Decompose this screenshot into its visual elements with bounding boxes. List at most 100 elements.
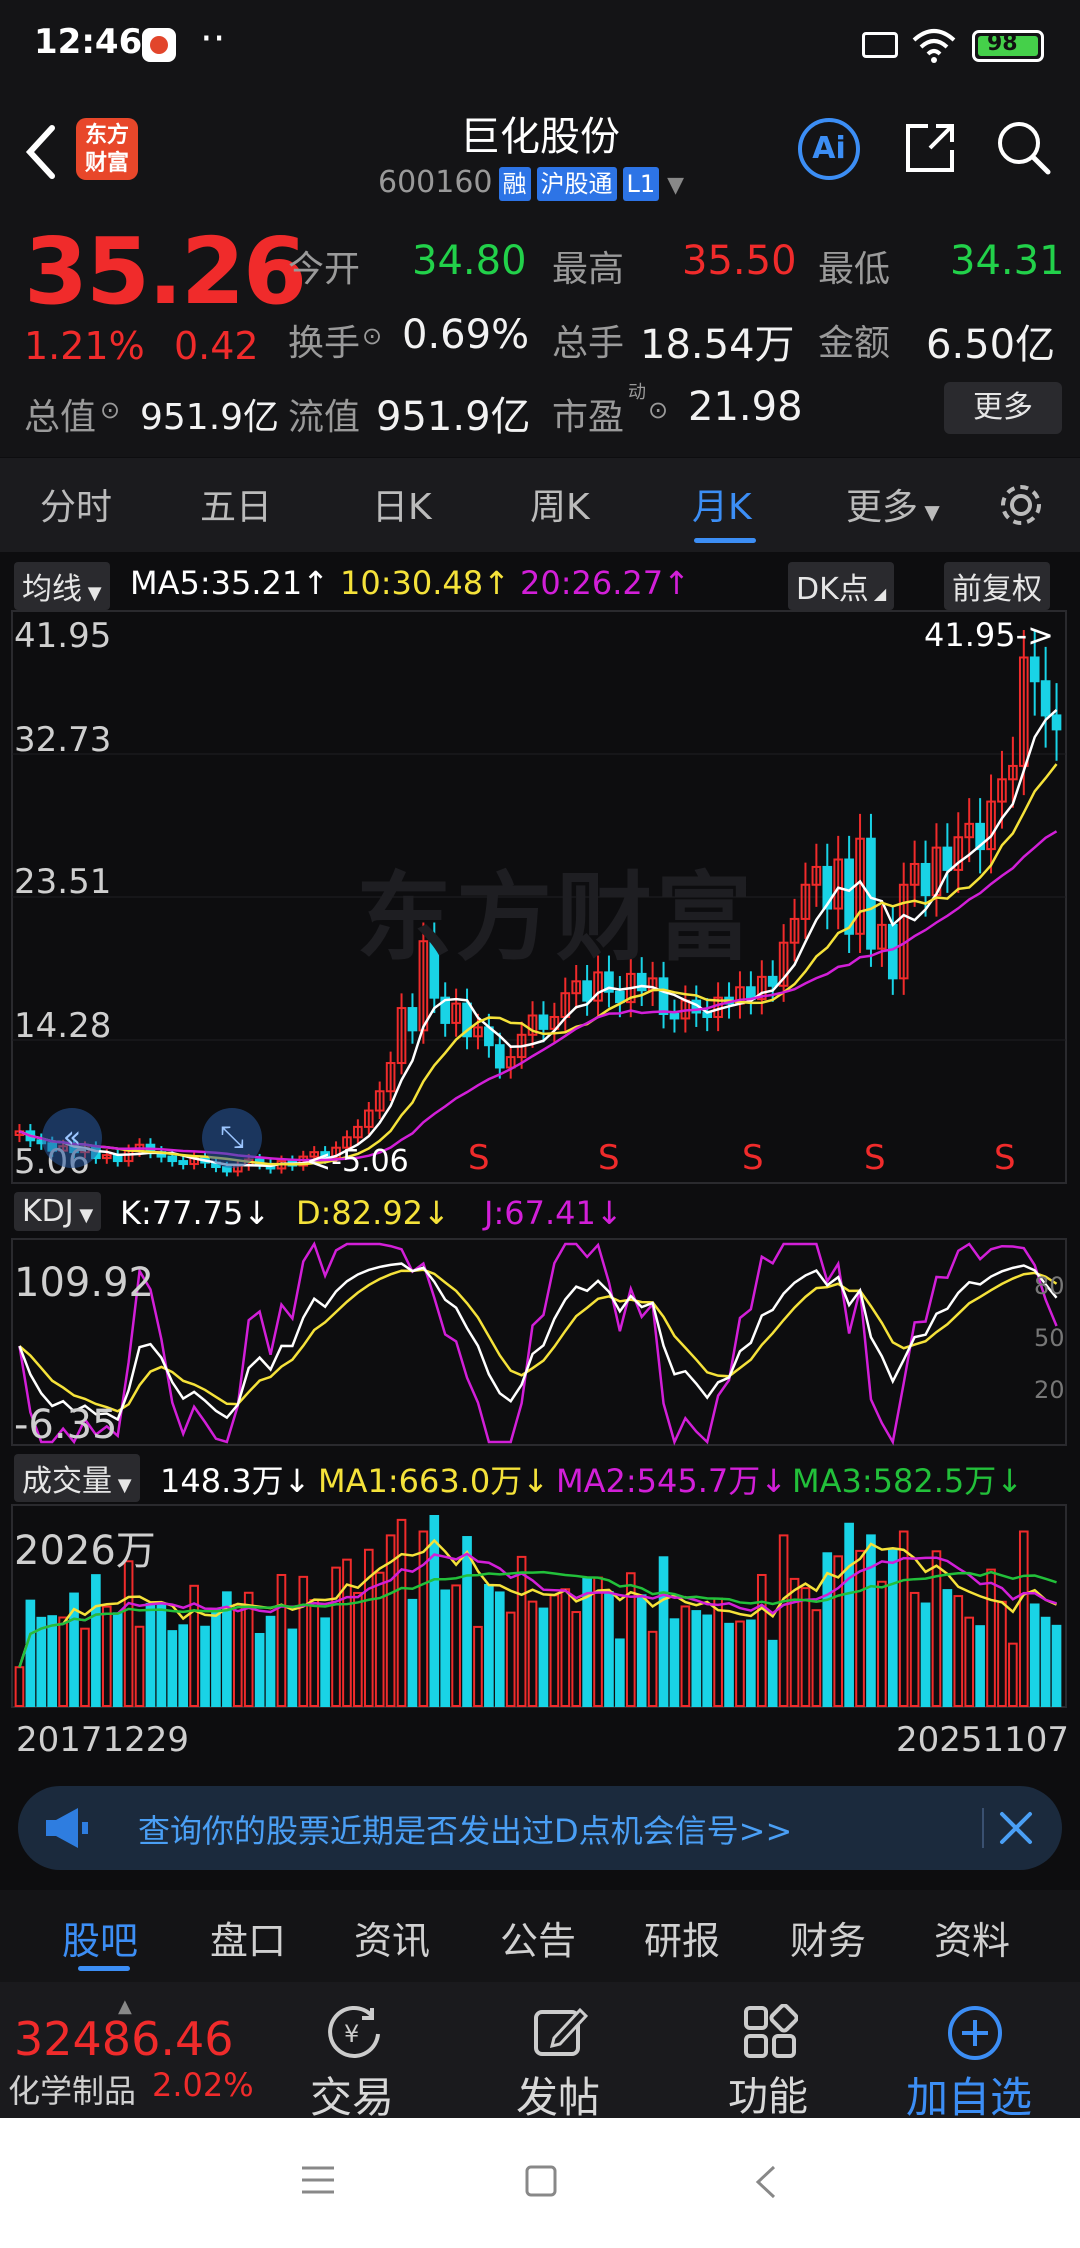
volume-bar	[1029, 1603, 1040, 1707]
gear-icon[interactable]	[996, 480, 1046, 530]
volume-bar	[713, 1597, 723, 1707]
open-label: 今开	[288, 249, 361, 290]
volume-bar	[101, 1605, 112, 1707]
more-button[interactable]: 更多	[944, 382, 1062, 434]
tab-more[interactable]: 更多 ▼	[846, 478, 940, 530]
tab-5day[interactable]: 五日	[200, 478, 272, 530]
candle	[167, 1155, 178, 1163]
tab-indicator	[694, 538, 756, 543]
low-marker: <-5.06	[306, 1144, 409, 1179]
volume-bar	[440, 1589, 451, 1707]
battery-level: 98	[987, 31, 1018, 56]
tab-intraday[interactable]: 分时	[40, 478, 112, 530]
volume-bar	[735, 1620, 745, 1707]
tab-profile[interactable]: 资料	[934, 1910, 1010, 1965]
volume-bar	[309, 1599, 320, 1707]
ma5-label: MA5:35.21↑	[130, 564, 330, 602]
kdj-d-label: D:82.92↓	[296, 1194, 450, 1232]
tag-connect: 沪股通	[536, 167, 617, 201]
function-button[interactable]: 功能	[728, 2064, 808, 2122]
volume-bar	[658, 1556, 669, 1707]
change-amt: 0.42	[174, 324, 259, 368]
tab-forum[interactable]: 股吧	[62, 1910, 138, 1965]
volume-bar	[211, 1608, 221, 1707]
menu-icon[interactable]	[300, 2164, 336, 2196]
stock-code-row[interactable]: 600160 融沪股通 L1 ▼	[378, 165, 684, 201]
kdj-chart[interactable]	[0, 1238, 1080, 1448]
volume-bar	[767, 1639, 778, 1707]
candle	[1029, 656, 1040, 683]
ma-selector[interactable]: 均线 ▼	[14, 562, 110, 610]
back-icon[interactable]	[754, 2164, 778, 2200]
adjust-selector[interactable]: 前复权	[944, 562, 1050, 610]
volume-bar	[363, 1548, 374, 1707]
close-icon[interactable]	[998, 1810, 1034, 1846]
kdj-selector[interactable]: KDJ ▼	[14, 1192, 102, 1231]
scroll-left-icon[interactable]: «	[42, 1108, 102, 1168]
ai-button[interactable]: Ai	[798, 118, 860, 180]
volume-bar	[396, 1518, 407, 1708]
tab-daily[interactable]: 日K	[372, 478, 432, 530]
add-watchlist-button[interactable]: 加自选	[906, 2064, 1032, 2125]
post-button[interactable]: 发帖	[516, 2064, 600, 2125]
trade-button[interactable]: 交易	[310, 2064, 394, 2125]
tab-news[interactable]: 资讯	[354, 1910, 430, 1965]
add-circle-icon	[948, 2006, 1002, 2060]
info-icon[interactable]: ⊙	[362, 322, 382, 350]
grid-icon	[744, 2004, 798, 2058]
tab-monthly[interactable]: 月K	[692, 478, 752, 530]
kdj-d-line	[18, 1268, 1058, 1413]
volume-bar	[560, 1588, 571, 1707]
volume-bar	[833, 1555, 844, 1708]
tab-research[interactable]: 研报	[644, 1910, 720, 1965]
sell-signal: S	[864, 1138, 886, 1178]
sell-signal: S	[598, 1138, 620, 1178]
volume-bar	[505, 1611, 516, 1707]
volume-bar	[484, 1583, 494, 1707]
kdj-ref-20: 20	[1034, 1376, 1065, 1404]
candle	[538, 1014, 549, 1030]
volume-bar	[145, 1602, 156, 1707]
volume-bar	[156, 1604, 167, 1707]
candle	[494, 1044, 505, 1069]
price-axis-3: 23.51	[14, 862, 112, 902]
info-icon[interactable]: ⊙	[648, 396, 668, 424]
volume-bar	[80, 1627, 90, 1707]
dk-point-selector[interactable]: DK点 ◢	[788, 562, 895, 610]
zoom-icon[interactable]: ⤡	[202, 1108, 262, 1168]
volume-bar	[331, 1566, 341, 1707]
price-axis-top: 41.95	[14, 616, 112, 656]
volume-bar	[25, 1599, 36, 1707]
volume-chart[interactable]	[0, 1504, 1080, 1710]
wifi-icon	[912, 29, 956, 63]
total-cap-value: 951.9亿	[140, 397, 280, 438]
volume-bar	[604, 1591, 614, 1707]
banner-text: 查询你的股票近期是否发出过D点机会信号>>	[138, 1812, 793, 1850]
tab-orderbook[interactable]: 盘口	[210, 1910, 286, 1965]
float-cap-label: 流值	[288, 397, 361, 438]
candle	[920, 862, 931, 897]
high-label: 最高	[552, 249, 625, 290]
share-icon[interactable]	[900, 118, 960, 178]
notification-icon	[142, 28, 176, 62]
volume-bar	[167, 1630, 178, 1707]
volume-selector[interactable]: 成交量 ▼	[14, 1454, 140, 1502]
tab-announcements[interactable]: 公告	[500, 1910, 576, 1965]
home-icon[interactable]	[524, 2164, 558, 2198]
change-pct: 1.21%	[24, 324, 145, 368]
tab-weekly[interactable]: 周K	[530, 478, 590, 530]
candle	[658, 977, 669, 1016]
volume-bar	[58, 1616, 68, 1707]
kdj-ref-80: 80	[1034, 1272, 1065, 1300]
candle	[407, 1007, 418, 1032]
volume-bar	[669, 1618, 680, 1707]
volume-bar	[778, 1534, 789, 1707]
volume-bar	[178, 1624, 189, 1707]
tab-finance[interactable]: 财务	[790, 1910, 866, 1965]
search-icon[interactable]	[994, 118, 1054, 178]
tag-margin: 融	[498, 167, 531, 201]
volume-bar	[91, 1574, 101, 1708]
info-icon[interactable]: ⊙	[100, 396, 120, 424]
volume-bar	[276, 1573, 287, 1707]
total-cap-label: 总值	[24, 397, 97, 438]
